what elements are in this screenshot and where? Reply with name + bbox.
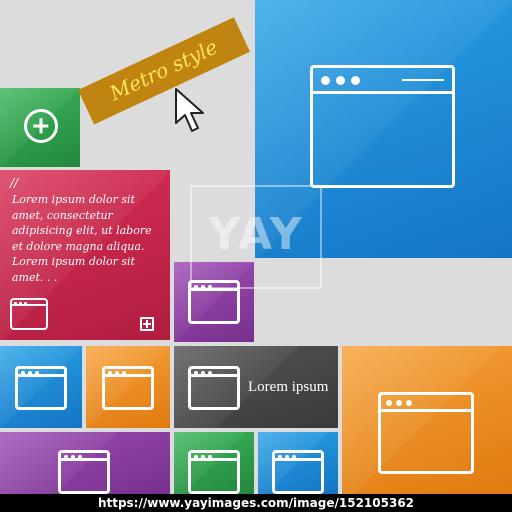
browser-window-icon [188, 450, 240, 494]
lorem-paragraph: Lorem ipsum dolor sit amet, consectetur … [12, 193, 152, 284]
metro-tiles-canvas: // Lorem ipsum dolor sit amet, consectet… [0, 0, 512, 512]
quote-mark: // [10, 176, 19, 190]
browser-window-icon [378, 392, 474, 474]
green-window-tile-bottom[interactable] [174, 432, 254, 494]
browser-window-icon [102, 366, 154, 410]
browser-window-icon [58, 450, 110, 494]
source-url-footer: https://www.yayimages.com/image/15210536… [0, 494, 512, 512]
browser-window-icon [272, 450, 324, 494]
blue-window-tile-bottom[interactable] [258, 432, 338, 494]
blue-window-tile-small[interactable] [0, 346, 82, 428]
small-plus-icon[interactable] [140, 317, 154, 331]
browser-window-icon [15, 366, 67, 410]
crimson-text-tile[interactable]: // Lorem ipsum dolor sit amet, consectet… [0, 170, 170, 340]
browser-window-icon [310, 65, 455, 188]
purple-window-tile-bottom[interactable] [0, 432, 170, 494]
browser-window-icon [188, 366, 240, 410]
cursor-arrow-icon [175, 88, 204, 132]
dark-caption-tile[interactable]: Lorem ipsum [174, 346, 338, 428]
orange-window-tile-large[interactable] [342, 346, 512, 494]
banner-text: Metro style [105, 34, 222, 106]
watermark-text: YAY [208, 209, 304, 260]
watermark-logo: YAY [190, 185, 322, 289]
orange-window-tile-small[interactable] [86, 346, 170, 428]
browser-window-icon [10, 298, 48, 330]
green-plus-tile[interactable] [0, 88, 80, 167]
caption-text: Lorem ipsum [248, 379, 329, 395]
metro-style-banner: Metro style [78, 17, 250, 125]
plus-circle-icon [24, 109, 58, 143]
